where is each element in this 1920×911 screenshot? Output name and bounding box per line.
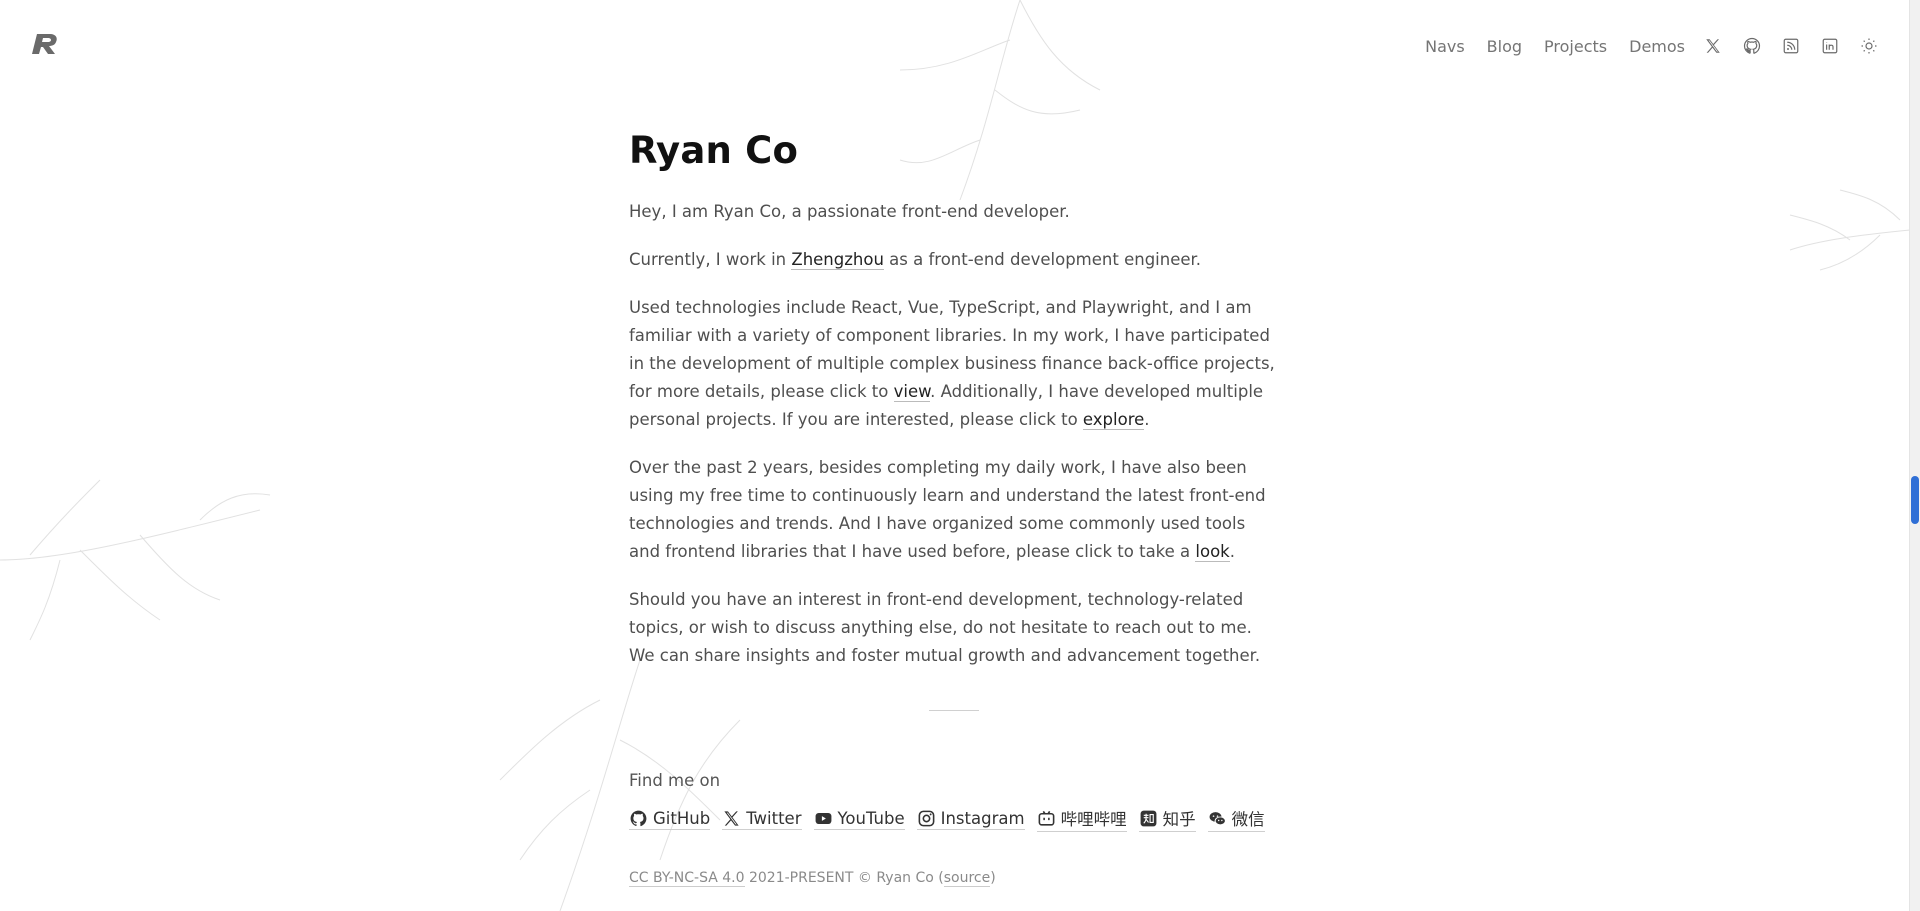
- main-content: Ryan Co Hey, I am Ryan Co, a passionate …: [629, 128, 1279, 887]
- nav-link-demos[interactable]: Demos: [1629, 37, 1685, 56]
- github-icon: [630, 810, 647, 826]
- zhihu-icon: [1140, 810, 1156, 826]
- instagram-icon: [918, 810, 935, 826]
- social-link-youtube[interactable]: YouTube: [813, 808, 905, 830]
- bilibili-icon: [1038, 810, 1054, 826]
- find-me-heading: Find me on: [629, 771, 721, 790]
- sun-theme-icon[interactable]: [1858, 35, 1880, 57]
- social-link-instagram[interactable]: Instagram: [916, 808, 1025, 830]
- source-link[interactable]: source: [943, 870, 991, 887]
- social-links: GitHub Twitter YouTube Instagram 哔哩哔哩 知乎…: [629, 806, 1279, 832]
- github-icon[interactable]: [1741, 35, 1763, 57]
- social-link-github[interactable]: GitHub: [629, 808, 711, 830]
- social-label-bilibili: 哔哩哔哩: [1060, 810, 1127, 829]
- view-link[interactable]: view: [893, 382, 931, 402]
- location-paragraph: Currently, I work in Zhengzhou as a fron…: [629, 246, 1279, 274]
- learning-text-2: .: [1229, 542, 1235, 561]
- page-title: Ryan Co: [629, 129, 799, 172]
- location-text-after: as a front-end development engineer.: [883, 250, 1202, 269]
- nav-link-blog[interactable]: Blog: [1487, 37, 1522, 56]
- social-link-bilibili[interactable]: 哔哩哔哩: [1036, 806, 1127, 832]
- x-icon: [724, 810, 739, 826]
- nav-link-navs[interactable]: Navs: [1425, 37, 1465, 56]
- zhengzhou-link[interactable]: Zhengzhou: [791, 250, 884, 270]
- learning-text-1: Over the past 2 years, besides completin…: [629, 458, 1266, 561]
- nav-link-projects[interactable]: Projects: [1544, 37, 1607, 56]
- linkedin-icon[interactable]: [1819, 35, 1841, 57]
- wechat-icon: [1209, 811, 1226, 825]
- social-label-zhihu: 知乎: [1162, 810, 1196, 829]
- social-link-twitter[interactable]: Twitter: [722, 808, 802, 830]
- section-divider: [929, 710, 979, 711]
- explore-link[interactable]: explore: [1082, 410, 1145, 430]
- copyright-text: 2021-PRESENT © Ryan Co: [748, 870, 934, 886]
- scrollbar-thumb[interactable]: [1911, 476, 1919, 524]
- learning-paragraph: Over the past 2 years, besides completin…: [629, 454, 1279, 566]
- license-link[interactable]: CC BY-NC-SA 4.0: [629, 870, 745, 887]
- technologies-paragraph: Used technologies include React, Vue, Ty…: [629, 294, 1279, 434]
- source-open-paren: (: [938, 870, 944, 886]
- x-twitter-icon[interactable]: [1702, 35, 1724, 57]
- site-logo-icon[interactable]: [28, 32, 60, 56]
- page-scrollbar[interactable]: [1909, 0, 1920, 911]
- footer: CC BY-NC-SA 4.0 2021-PRESENT © Ryan Co (…: [629, 870, 1279, 887]
- top-navigation: Navs Blog Projects Demos: [1403, 34, 1880, 58]
- location-text-before: Currently, I work in: [629, 250, 792, 269]
- social-label-youtube: YouTube: [837, 808, 905, 828]
- intro-paragraph: Hey, I am Ryan Co, a passionate front-en…: [629, 202, 1070, 221]
- social-link-wechat[interactable]: 微信: [1207, 806, 1265, 832]
- technologies-text-3: .: [1144, 410, 1150, 429]
- social-label-twitter: Twitter: [746, 808, 802, 828]
- source-close-paren: ): [990, 870, 996, 886]
- rss-icon[interactable]: [1780, 35, 1802, 57]
- social-label-wechat: 微信: [1231, 810, 1265, 829]
- youtube-icon: [815, 812, 831, 824]
- social-link-zhihu[interactable]: 知乎: [1138, 806, 1196, 832]
- look-link[interactable]: look: [1195, 542, 1230, 562]
- social-label-github: GitHub: [653, 808, 711, 828]
- contact-paragraph: Should you have an interest in front-end…: [629, 590, 1261, 665]
- social-label-instagram: Instagram: [940, 808, 1025, 828]
